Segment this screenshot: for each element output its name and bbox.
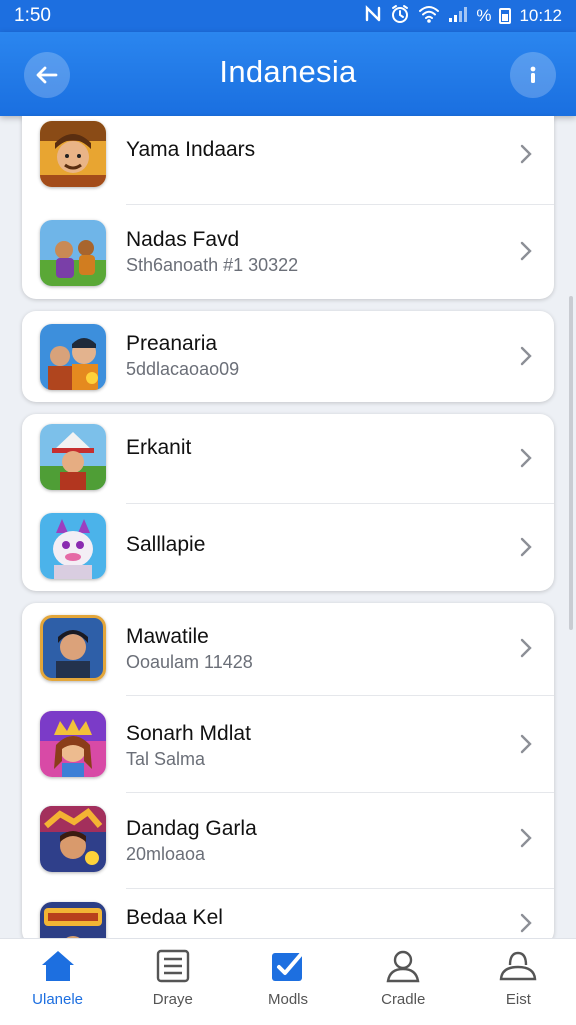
chevron-right-icon — [520, 638, 532, 658]
game-adventurer-icon — [40, 424, 106, 490]
list-card: Preanaria 5ddlacaoao09 — [22, 311, 554, 402]
list-item[interactable]: Dandag Garla 20mloaoa — [22, 792, 554, 888]
list-card: Yama Indaars Nadas Favd Sth6anoath #1 30… — [22, 116, 554, 299]
list-item[interactable]: Sonarh Mdlat Tal Salma — [22, 695, 554, 792]
nav-label: Cradle — [381, 991, 426, 1008]
item-subtitle: Sth6anoath #1 30322 — [126, 255, 299, 275]
chevron-right-icon — [520, 828, 532, 848]
status-bar: 1:50 % 10:12 — [0, 0, 576, 32]
nav-item-modls[interactable]: Modls — [230, 939, 345, 1025]
item-subtitle: Tal Salma — [126, 749, 206, 769]
list-item[interactable]: Salllapie — [22, 503, 554, 591]
game-creature-icon — [40, 513, 106, 579]
item-title: Sonarh Mdlat — [126, 722, 251, 745]
person-icon — [386, 950, 420, 983]
list-item[interactable]: Erkanit — [22, 414, 554, 503]
game-princess-icon — [40, 711, 106, 777]
chevron-right-icon — [520, 734, 532, 754]
app-bar: Indanesia — [0, 32, 576, 116]
list-item[interactable]: Bedaa Kel — [22, 888, 554, 945]
signal-icon — [448, 5, 468, 28]
chevron-right-icon — [520, 346, 532, 366]
game-portrait-icon — [40, 615, 106, 681]
chevron-right-icon — [520, 241, 532, 261]
nav-item-ulanele[interactable]: Ulanele — [0, 939, 115, 1025]
bottom-navigation: Ulanele Draye Modls Cradle Eist — [0, 938, 576, 1025]
nav-item-cradle[interactable]: Cradle — [346, 939, 461, 1025]
nav-item-draye[interactable]: Draye — [115, 939, 230, 1025]
nav-label: Draye — [152, 991, 193, 1008]
wifi-icon — [418, 5, 440, 28]
item-subtitle: 5ddlacaoao09 — [126, 359, 240, 379]
item-title: Dandag Garla — [126, 817, 257, 840]
battery-icon — [499, 8, 512, 24]
profile-icon — [500, 951, 537, 981]
scrollbar[interactable] — [569, 296, 573, 630]
nfc-icon — [364, 4, 382, 28]
checkbox-icon — [272, 950, 305, 981]
nav-label: Eist — [505, 991, 531, 1008]
game-heroes-icon — [40, 324, 106, 390]
list-item[interactable]: Yama Indaars — [22, 116, 554, 204]
list-card: Erkanit Salllapie — [22, 414, 554, 591]
nav-label: Modls — [268, 991, 309, 1008]
list-icon — [156, 949, 189, 983]
nav-label: Ulanele — [32, 991, 84, 1008]
list-card: Mawatile Ooaulam 11428 Sonarh Mdlat Tal … — [22, 603, 554, 945]
info-icon — [530, 66, 536, 83]
item-subtitle: 20mloaoa — [126, 844, 206, 864]
item-title: Erkanit — [126, 436, 192, 459]
home-icon — [41, 951, 74, 981]
status-time: 1:50 — [14, 5, 51, 26]
item-subtitle: Ooaulam 11428 — [126, 652, 253, 672]
game-field-icon — [40, 220, 106, 286]
info-button[interactable] — [510, 52, 556, 98]
chevron-right-icon — [520, 537, 532, 557]
item-title: Yama Indaars — [126, 138, 256, 161]
list-item[interactable]: Mawatile Ooaulam 11428 — [22, 603, 554, 695]
list-item[interactable]: Nadas Favd Sth6anoath #1 30322 — [22, 204, 554, 299]
list-item[interactable]: Preanaria 5ddlacaoao09 — [22, 311, 554, 402]
nav-item-eist[interactable]: Eist — [461, 939, 576, 1025]
chevron-right-icon — [520, 144, 532, 164]
chevron-right-icon — [520, 448, 532, 468]
page-title: Indanesia — [219, 54, 357, 89]
battery-percent: % — [476, 6, 492, 25]
item-title: Bedaa Kel — [126, 906, 223, 929]
item-title: Mawatile — [126, 625, 209, 648]
status-clock: 10:12 — [519, 6, 562, 25]
item-title: Preanaria — [126, 332, 218, 355]
alarm-icon — [390, 4, 410, 29]
game-warrior-icon — [40, 806, 106, 872]
item-title: Salllapie — [126, 533, 206, 556]
game-hero-icon — [40, 121, 106, 187]
item-title: Nadas Favd — [126, 228, 240, 251]
game-list: Yama Indaars Nadas Favd Sth6anoath #1 30… — [22, 116, 554, 957]
chevron-right-icon — [520, 913, 532, 933]
